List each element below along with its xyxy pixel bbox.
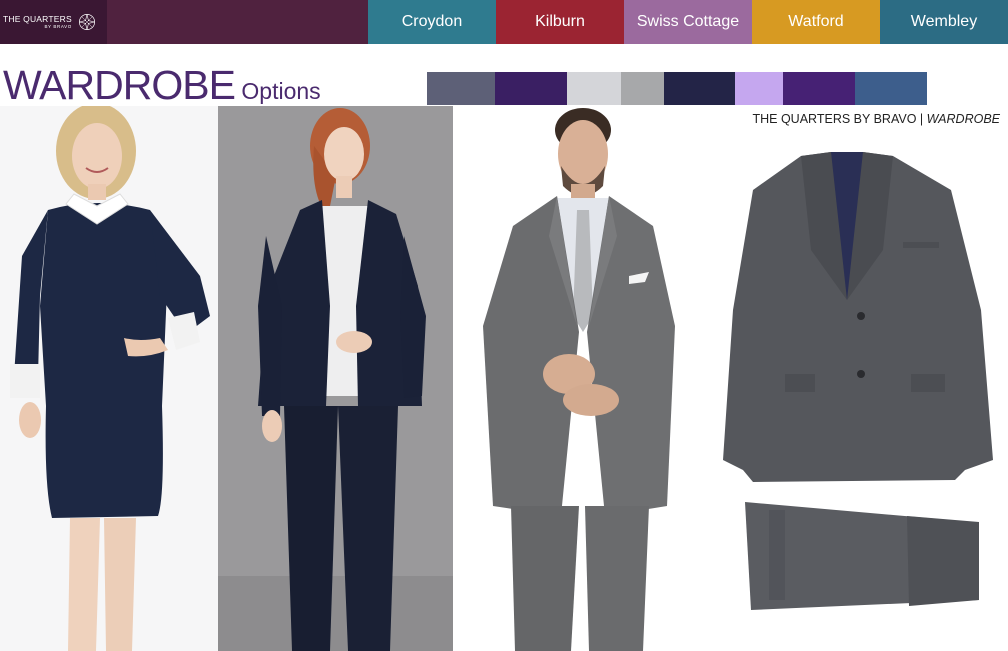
tagline: THE QUARTERS BY BRAVO | WARDROBE: [752, 112, 1000, 126]
brand-byline: BY BRAVO: [44, 24, 72, 29]
grey-suit-jacket-and-trousers-photo: [693, 130, 1008, 651]
colour-swatch: [783, 72, 855, 105]
navy-trouser-suit-photo: [218, 106, 453, 651]
compass-star-icon: [78, 13, 96, 31]
colour-swatch: [664, 72, 735, 105]
colour-swatch: [427, 72, 495, 105]
page-title-main: WARDROBE: [3, 62, 236, 108]
colour-swatch: [735, 72, 783, 105]
brand-name: THE QUARTERS: [3, 13, 72, 24]
brand-wordmark: THE QUARTERS BY BRAVO: [3, 13, 72, 30]
nav-tab-croydon[interactable]: Croydon: [368, 0, 496, 44]
header-spacer: [106, 0, 368, 44]
colour-swatch: [621, 72, 664, 105]
nav-tab-watford[interactable]: Watford: [752, 0, 880, 44]
colour-palette: [427, 72, 927, 105]
top-nav-bar: THE QUARTERS BY BRAVO Croydon Kilburn Swis…: [0, 0, 1008, 44]
nav-tab-kilburn[interactable]: Kilburn: [496, 0, 624, 44]
tagline-brand: THE QUARTERS BY BRAVO |: [752, 112, 927, 126]
navy-dress-with-white-collar-photo: [0, 106, 218, 651]
grey-mens-suit-photo: [453, 106, 693, 651]
colour-swatch: [567, 72, 621, 105]
colour-swatch: [855, 72, 927, 105]
location-tabs: Croydon Kilburn Swiss Cottage Watford Wemble…: [368, 0, 1008, 44]
tagline-section: WARDROBE: [926, 112, 1000, 126]
page-title: WARDROBE Options: [3, 62, 321, 109]
page-title-sub: Options: [241, 78, 321, 104]
brand-logo[interactable]: THE QUARTERS BY BRAVO: [0, 0, 107, 44]
nav-tab-wembley[interactable]: Wembley: [880, 0, 1008, 44]
colour-swatch: [495, 72, 567, 105]
nav-tab-swiss-cottage[interactable]: Swiss Cottage: [624, 0, 752, 44]
